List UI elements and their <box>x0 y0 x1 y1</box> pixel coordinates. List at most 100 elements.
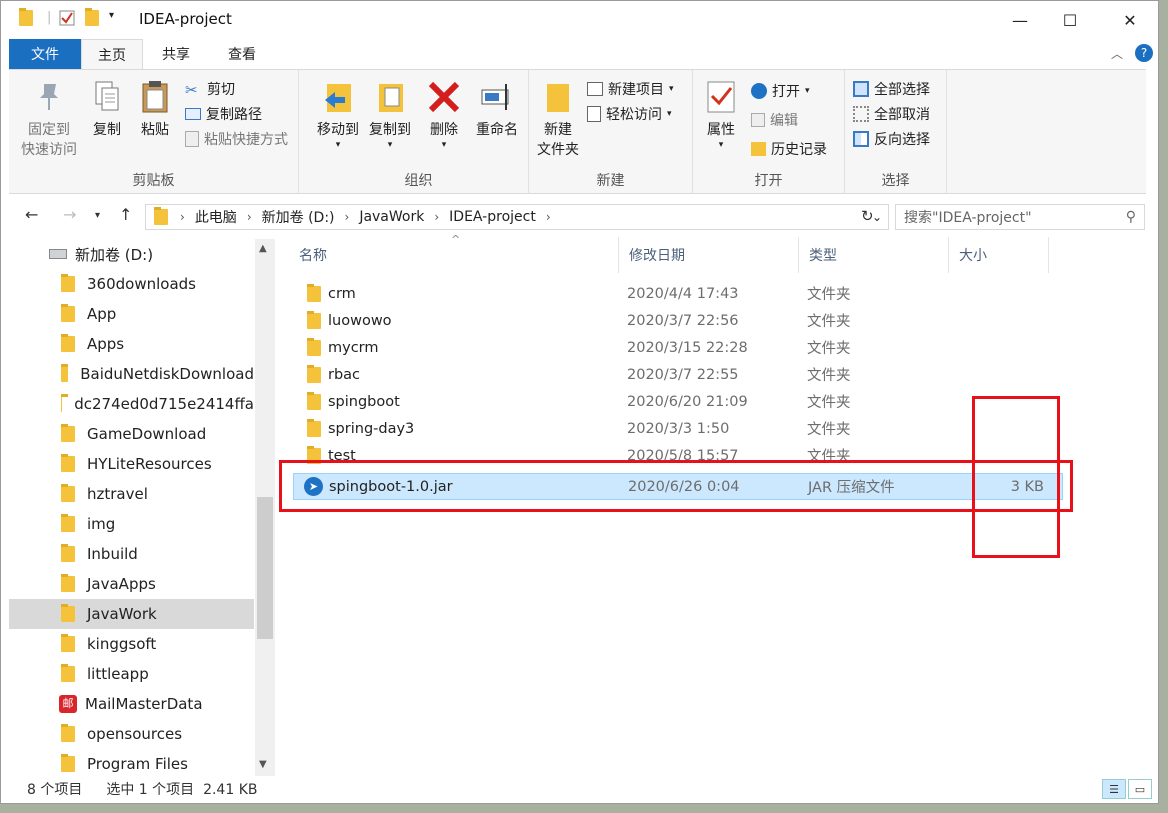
easy-access-button[interactable]: 轻松访问 ▾ <box>587 103 672 125</box>
rename-button[interactable]: 重命名 <box>469 78 525 140</box>
nav-item[interactable]: App <box>9 299 254 329</box>
refresh-icon[interactable]: ↻ <box>861 207 874 225</box>
nav-item[interactable]: hztravel <box>9 479 254 509</box>
open-button[interactable]: 打开 ▾ <box>751 80 810 102</box>
new-folder-quick-icon[interactable] <box>85 8 99 26</box>
address-dropdown-icon[interactable]: ⌄ <box>872 210 888 224</box>
new-item-button[interactable]: 新建项目 ▾ <box>587 78 674 100</box>
properties-button[interactable]: 属性 ▾ <box>701 78 741 150</box>
column-header-date[interactable]: 修改日期 <box>619 237 799 273</box>
paste-shortcut-button[interactable]: 粘贴快捷方式 <box>185 128 288 150</box>
maximize-button[interactable]: ☐ <box>1047 1 1093 39</box>
breadcrumb-separator-icon: › <box>545 210 551 224</box>
tab-share[interactable]: 共享 <box>151 39 201 69</box>
nav-scrollbar[interactable]: ▲ ▼ <box>255 239 275 776</box>
file-name: mycrm <box>328 339 379 356</box>
file-row[interactable]: luowowo 2020/3/7 22:56 文件夹 <box>293 307 1063 334</box>
cut-button[interactable]: ✂ 剪切 <box>185 78 235 100</box>
back-arrow-icon[interactable]: ← <box>25 205 38 224</box>
forward-arrow-icon[interactable]: → <box>63 205 76 224</box>
file-row[interactable]: spring-day3 2020/3/3 1:50 文件夹 <box>293 415 1063 442</box>
select-none-button[interactable]: 全部取消 <box>853 103 930 125</box>
nav-item[interactable]: opensources <box>9 719 254 749</box>
copy-button[interactable]: 复制 <box>85 78 129 140</box>
close-button[interactable]: ✕ <box>1107 1 1153 39</box>
nav-item-label: 360downloads <box>87 275 196 293</box>
tab-file[interactable]: 文件 <box>9 39 81 69</box>
tab-home[interactable]: 主页 <box>81 39 143 70</box>
minimize-button[interactable]: — <box>997 1 1043 39</box>
up-arrow-icon[interactable]: ↑ <box>119 205 132 224</box>
nav-item[interactable]: dc274ed0d715e2414ffa <box>9 389 254 419</box>
column-header-name[interactable]: 名称 <box>289 237 619 273</box>
breadcrumb-drive[interactable]: 新加卷 (D:) <box>262 207 335 227</box>
column-header-type[interactable]: 类型 <box>799 237 949 273</box>
folder-icon <box>307 337 321 356</box>
address-bar[interactable]: › 此电脑 › 新加卷 (D:) › JavaWork › IDEA-proje… <box>145 204 889 230</box>
nav-item[interactable]: Apps <box>9 329 254 359</box>
nav-item[interactable]: HYLiteResources <box>9 449 254 479</box>
properties-icon <box>707 81 735 113</box>
file-row[interactable]: crm 2020/4/4 17:43 文件夹 <box>293 280 1063 307</box>
copy-to-button[interactable]: 复制到 ▾ <box>365 78 415 150</box>
mail-icon: 邮 <box>59 695 77 713</box>
pin-quick-access-button[interactable]: 固定到 快速访问 <box>17 78 81 160</box>
nav-item[interactable]: JavaWork <box>9 599 254 629</box>
file-row[interactable]: spingboot 2020/6/20 21:09 文件夹 <box>293 388 1063 415</box>
scroll-up-icon[interactable]: ▲ <box>259 243 267 254</box>
edit-button[interactable]: 编辑 <box>751 109 798 131</box>
column-header-size[interactable]: 大小 <box>949 237 1049 273</box>
nav-item[interactable]: 邮 MailMasterData <box>9 689 254 719</box>
properties-quick-icon[interactable] <box>59 10 75 26</box>
nav-item-label: Inbuild <box>87 545 138 563</box>
select-all-button[interactable]: 全部选择 <box>853 78 930 100</box>
new-folder-button[interactable]: 新建 文件夹 <box>535 78 581 160</box>
folder-icon <box>307 310 321 329</box>
recent-locations-icon[interactable]: ▾ <box>95 210 100 221</box>
tab-view[interactable]: 查看 <box>211 39 273 69</box>
nav-drive[interactable]: 新加卷 (D:) <box>9 239 254 269</box>
nav-item[interactable]: kinggsoft <box>9 629 254 659</box>
move-to-button[interactable]: 移动到 ▾ <box>313 78 363 150</box>
file-row[interactable]: rbac 2020/3/7 22:55 文件夹 <box>293 361 1063 388</box>
file-type: 文件夹 <box>807 422 851 438</box>
details-view-icon[interactable]: ☰ <box>1102 779 1126 799</box>
ribbon-tabs: 文件 主页 共享 查看 ︿ ? <box>9 39 1158 70</box>
collapse-ribbon-icon[interactable]: ︿ <box>1111 45 1123 62</box>
nav-item[interactable]: GameDownload <box>9 419 254 449</box>
search-input[interactable]: 搜索"IDEA-project" ⚲ <box>895 204 1145 230</box>
copy-to-icon <box>379 84 403 112</box>
rename-icon <box>481 84 509 110</box>
nav-item[interactable]: 360downloads <box>9 269 254 299</box>
new-item-label: 新建项目 <box>608 82 664 98</box>
breadcrumb-this-pc[interactable]: 此电脑 <box>195 207 237 227</box>
folder-icon <box>61 544 75 562</box>
breadcrumb-separator-icon: › <box>344 210 350 224</box>
scroll-down-icon[interactable]: ▼ <box>259 759 267 770</box>
nav-item[interactable]: img <box>9 509 254 539</box>
history-button[interactable]: 历史记录 <box>751 138 827 160</box>
folder-icon <box>61 394 70 412</box>
breadcrumb-idea-project[interactable]: IDEA-project <box>449 209 536 225</box>
breadcrumb-separator-icon: › <box>246 210 252 224</box>
paste-button[interactable]: 粘贴 <box>133 78 177 140</box>
nav-item[interactable]: BaiduNetdiskDownload <box>9 359 254 389</box>
invert-selection-button[interactable]: 反向选择 <box>853 128 930 150</box>
nav-item[interactable]: JavaApps <box>9 569 254 599</box>
nav-item[interactable]: Program Files <box>9 749 254 776</box>
delete-button[interactable]: 删除 ▾ <box>423 78 465 150</box>
nav-scroll-thumb[interactable] <box>257 497 273 639</box>
quick-access-dropdown-icon[interactable]: ▾ <box>109 10 114 21</box>
folder-icon <box>61 364 69 382</box>
select-all-icon <box>853 81 869 97</box>
nav-item[interactable]: Inbuild <box>9 539 254 569</box>
copy-path-button[interactable]: 复制路径 <box>185 103 262 125</box>
large-icons-view-icon[interactable]: ▭ <box>1128 779 1152 799</box>
breadcrumb-javawork[interactable]: JavaWork <box>359 209 424 225</box>
help-icon[interactable]: ? <box>1135 44 1153 62</box>
edit-label: 编辑 <box>770 113 798 129</box>
nav-item-label: MailMasterData <box>85 695 203 713</box>
file-row[interactable]: mycrm 2020/3/15 22:28 文件夹 <box>293 334 1063 361</box>
selection-info: 选中 1 个项目 2.41 KB <box>106 782 258 798</box>
nav-item[interactable]: littleapp <box>9 659 254 689</box>
